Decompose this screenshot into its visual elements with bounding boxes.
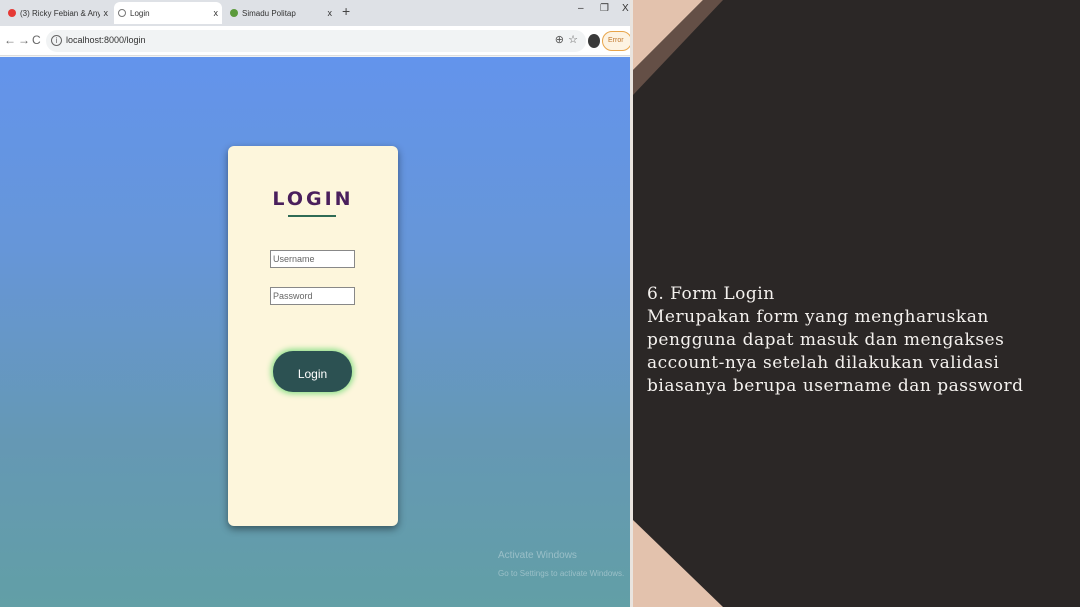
page-viewport: LOGIN Login Activate Windows Go to Setti… xyxy=(0,57,630,607)
login-title: LOGIN xyxy=(272,188,354,210)
login-button[interactable]: Login xyxy=(273,351,352,392)
restore-button[interactable]: ❐ xyxy=(600,3,609,14)
simadu-favicon-icon xyxy=(230,9,238,17)
bookmark-star-icon[interactable]: ☆ xyxy=(568,33,578,46)
tab-youtube[interactable]: (3) Ricky Febian & Anya Geraldine x xyxy=(4,2,112,24)
username-input[interactable] xyxy=(270,250,355,268)
browser-window: (3) Ricky Febian & Anya Geraldine x Logi… xyxy=(0,0,630,607)
slide-line: biasanya berupa username dan password xyxy=(647,376,1024,396)
slide-heading: 6. Form Login xyxy=(647,284,775,304)
tab-close-icon[interactable]: x xyxy=(328,8,333,18)
login-card: LOGIN Login xyxy=(228,146,398,526)
tab-title: Simadu Politap xyxy=(242,8,296,18)
info-icon[interactable]: i xyxy=(51,35,62,46)
zoom-icon[interactable]: ⊕ xyxy=(555,33,564,46)
reload-button[interactable]: C xyxy=(32,33,41,47)
tab-title: Login xyxy=(130,8,150,18)
slide-line: pengguna dapat masuk dan mengakses xyxy=(647,330,1005,350)
tab-close-icon[interactable]: x xyxy=(214,8,219,18)
title-underline xyxy=(288,215,336,217)
description-slide: 6. Form Login Merupakan form yang mengha… xyxy=(633,0,1080,607)
slide-text-block: 6. Form Login Merupakan form yang mengha… xyxy=(647,283,1067,398)
watermark-title: Activate Windows xyxy=(498,550,577,561)
tab-title: (3) Ricky Febian & Anya Geraldine xyxy=(20,8,100,18)
activate-windows-watermark: Activate Windows Go to Settings to activ… xyxy=(498,547,624,583)
tab-close-icon[interactable]: x xyxy=(104,8,109,18)
globe-favicon-icon xyxy=(118,9,126,17)
tab-simadu[interactable]: Simadu Politap x xyxy=(226,2,336,24)
tab-login[interactable]: Login x xyxy=(114,2,222,24)
youtube-favicon-icon xyxy=(8,9,16,17)
top-decoration xyxy=(633,0,723,95)
minimize-button[interactable]: – xyxy=(578,3,584,14)
slide-line: account-nya setelah dilakukan validasi xyxy=(647,353,1000,373)
forward-button[interactable]: → xyxy=(18,33,30,47)
watermark-subtitle: Go to Settings to activate Windows. xyxy=(498,569,625,578)
close-window-button[interactable]: X xyxy=(622,3,629,14)
tab-bar: (3) Ricky Febian & Anya Geraldine x Logi… xyxy=(0,0,630,26)
url-text[interactable]: localhost:8000/login xyxy=(66,35,146,45)
error-button[interactable]: Error xyxy=(602,31,630,51)
password-input[interactable] xyxy=(270,287,355,305)
slide-line: Merupakan form yang mengharuskan xyxy=(647,307,989,327)
new-tab-button[interactable]: + xyxy=(342,3,350,19)
profile-avatar[interactable] xyxy=(588,34,600,48)
browser-toolbar: ← → C i localhost:8000/login ⊕ ☆ Error xyxy=(0,26,630,56)
address-bar[interactable]: i localhost:8000/login ⊕ ☆ xyxy=(46,30,586,52)
bottom-decoration xyxy=(633,520,723,607)
back-button[interactable]: ← xyxy=(4,33,16,47)
